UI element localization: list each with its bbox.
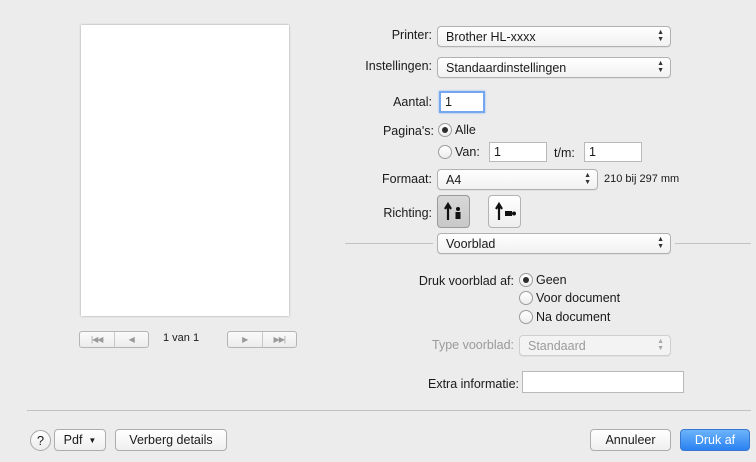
format-value: A4 <box>446 172 462 187</box>
prev-page-button[interactable]: ◀ <box>113 332 149 347</box>
help-icon: ? <box>36 433 45 448</box>
portrait-button[interactable] <box>437 195 470 228</box>
pages-from-label: Van: <box>455 145 480 159</box>
hide-details-button[interactable]: Verberg details <box>115 429 227 451</box>
extra-info-label: Extra informatie: <box>427 377 519 391</box>
section-select[interactable]: Voorblad ▲ ▼ <box>437 233 671 254</box>
landscape-icon <box>494 201 516 220</box>
cover-type-value: Standaard <box>528 338 586 353</box>
print-button[interactable]: Druk af <box>680 429 750 451</box>
pages-all-option[interactable]: Alle <box>438 123 476 137</box>
cover-none-label: Geen <box>536 273 567 287</box>
format-size-text: 210 bij 297 mm <box>604 173 680 185</box>
pages-to-label: t/m: <box>554 146 575 160</box>
preview-nav-forward-group: ▶ ▶▶| <box>227 331 297 348</box>
pages-to-field[interactable]: 1 <box>584 142 642 162</box>
preview-nav-back-group: |◀◀ ◀ <box>79 331 149 348</box>
pdf-menu-button[interactable]: Pdf ▼ <box>54 429 106 451</box>
chevron-updown-icon: ▲ ▼ <box>657 236 664 250</box>
printer-select[interactable]: Brother HL-xxxx ▲ ▼ <box>437 26 671 47</box>
last-page-icon: ▶▶| <box>273 335 286 344</box>
cover-before-radio[interactable] <box>519 291 533 305</box>
cover-after-label: Na document <box>536 310 611 324</box>
presets-label: Instellingen: <box>365 59 432 73</box>
page-indicator: 1 van 1 <box>163 332 200 344</box>
page-preview <box>81 25 289 316</box>
pages-label: Pagina's: <box>382 124 434 138</box>
printer-value: Brother HL-xxxx <box>446 29 536 44</box>
copies-field[interactable]: 1 <box>439 91 485 113</box>
cover-none-radio[interactable] <box>519 273 533 287</box>
section-value: Voorblad <box>446 236 496 251</box>
footer-divider <box>27 410 751 411</box>
pages-range-radio[interactable] <box>438 145 452 159</box>
pages-range-option[interactable]: Van: <box>438 145 480 159</box>
pages-all-radio[interactable] <box>438 123 452 137</box>
cover-option-before[interactable]: Voor document <box>519 291 620 305</box>
section-divider-right <box>675 243 751 244</box>
first-page-icon: |◀◀ <box>91 335 103 344</box>
cover-option-none[interactable]: Geen <box>519 273 567 287</box>
cover-type-label: Type voorblad: <box>432 338 514 352</box>
print-cover-label: Druk voorblad af: <box>418 274 514 288</box>
chevron-down-icon: ▼ <box>88 435 97 445</box>
pages-all-label: Alle <box>455 123 476 137</box>
cover-before-label: Voor document <box>536 291 621 305</box>
first-page-button[interactable]: |◀◀ <box>80 332 114 347</box>
help-button[interactable]: ? <box>30 430 51 451</box>
cover-after-radio[interactable] <box>519 310 533 324</box>
next-page-icon: ▶ <box>242 335 248 344</box>
chevron-updown-icon: ▲ ▼ <box>657 338 664 352</box>
cover-type-select[interactable]: Standaard ▲ ▼ <box>519 335 671 356</box>
chevron-updown-icon: ▲ ▼ <box>657 29 664 43</box>
chevron-updown-icon: ▲ ▼ <box>584 172 591 186</box>
format-select[interactable]: A4 ▲ ▼ <box>437 169 598 190</box>
pdf-label: Pdf <box>63 433 83 447</box>
last-page-button[interactable]: ▶▶| <box>261 332 297 347</box>
cover-option-after[interactable]: Na document <box>519 310 610 324</box>
landscape-button[interactable] <box>488 195 521 228</box>
cancel-button[interactable]: Annuleer <box>590 429 671 451</box>
next-page-button[interactable]: ▶ <box>228 332 262 347</box>
printer-label: Printer: <box>391 28 432 42</box>
pages-from-field[interactable]: 1 <box>489 142 547 162</box>
portrait-icon <box>443 201 460 220</box>
prev-page-icon: ◀ <box>128 335 135 344</box>
orientation-label: Richting: <box>383 206 432 220</box>
chevron-updown-icon: ▲ ▼ <box>657 60 664 74</box>
extra-info-field[interactable] <box>522 371 684 393</box>
copies-label: Aantal: <box>393 95 432 109</box>
section-divider-left <box>345 243 433 244</box>
format-label: Formaat: <box>381 172 432 186</box>
presets-value: Standaardinstellingen <box>446 60 567 75</box>
presets-select[interactable]: Standaardinstellingen ▲ ▼ <box>437 57 671 78</box>
